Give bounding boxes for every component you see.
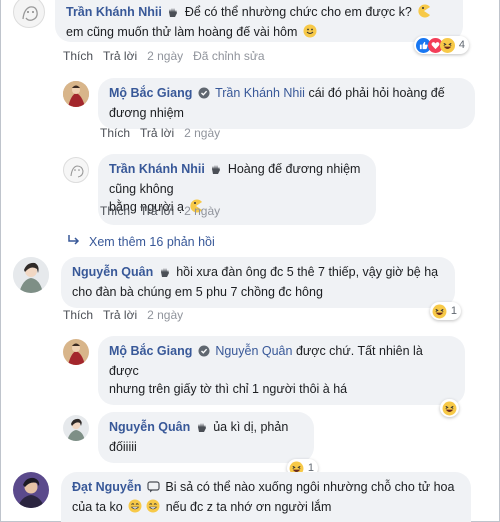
comment-author[interactable]: Trần Khánh Nhii: [109, 162, 205, 176]
pacman-emoji: [417, 4, 431, 23]
like-link[interactable]: Thích: [100, 126, 130, 140]
comment-author[interactable]: Nguyễn Quân: [109, 420, 190, 434]
comment-actions: Thích Trả lời 2 ngày: [100, 126, 220, 140]
grin-emoji: [128, 499, 142, 518]
reply-link[interactable]: Trả lời: [103, 308, 137, 322]
reply-link[interactable]: Trả lời: [103, 49, 137, 63]
comment-time[interactable]: 2 ngày: [147, 49, 183, 63]
comment-text: của ta ko: [72, 500, 123, 514]
comment-text: đương nhiệm: [109, 106, 184, 120]
view-more-replies-label: Xem thêm 16 phản hồi: [89, 234, 215, 249]
reply-item: Mộ Bắc Giang Nguyễn Quân được chứ. Tất n…: [63, 336, 465, 417]
comment-text: Bi sả có thể nào xuống ngôi nhường chỗ c…: [165, 480, 455, 494]
comment-author[interactable]: Đạt Nguyễn: [72, 480, 141, 494]
comment-text: hồi xưa đàn ông đc 5 thê 7 thiếp, vậy gi…: [176, 265, 439, 279]
avatar[interactable]: [63, 415, 89, 441]
like-link[interactable]: Thích: [63, 49, 93, 63]
avatar[interactable]: [63, 81, 89, 107]
comment-author[interactable]: Nguyễn Quân: [72, 265, 153, 279]
comment-bubble: Đạt Nguyễn Bi sả có thể nào xuống ngôi n…: [61, 472, 471, 522]
message-icon: [147, 480, 160, 498]
comment-time[interactable]: 2 ngày: [147, 308, 183, 322]
comment-item: Trần Khánh Nhii Để có thể nhường chức ch…: [13, 0, 469, 54]
reaction-count: 1: [450, 305, 457, 317]
comment-text: cái đó phải hỏi hoàng đế: [308, 86, 445, 100]
comment-text: em cũng muốn thử làm hoàng đế vài hôm: [66, 25, 298, 39]
reply-arrow-icon: [67, 234, 81, 249]
comment-bubble: Trần Khánh Nhii Để có thể nhường chức ch…: [55, 0, 469, 54]
avatar[interactable]: [13, 257, 49, 293]
comment-bubble: Mộ Bắc Giang Nguyễn Quân được chứ. Tất n…: [98, 336, 465, 417]
reply-link[interactable]: Trả lời: [140, 204, 174, 218]
wave-icon: [210, 162, 222, 180]
comment-text: Để có thể nhường chức cho em được k?: [184, 5, 412, 19]
wave-icon: [167, 5, 179, 23]
verified-badge-icon: [198, 86, 210, 104]
comment-text: nếu đc z ta nhớ ơn người lắm: [165, 500, 332, 514]
comment-bubble: Mộ Bắc Giang Trần Khánh Nhii cái đó phải…: [98, 78, 475, 129]
haha-icon: [442, 401, 457, 416]
comment-time[interactable]: 2 ngày: [184, 126, 220, 140]
edited-label: Đã chỉnh sửa: [193, 49, 265, 63]
avatar[interactable]: [13, 472, 49, 508]
view-more-replies-link[interactable]: Xem thêm 16 phản hồi: [67, 234, 215, 249]
verified-badge-icon: [198, 344, 210, 362]
haha-icon: [432, 304, 447, 319]
comment-time[interactable]: 2 ngày: [184, 204, 220, 218]
comment-author[interactable]: Mộ Bắc Giang: [109, 344, 192, 358]
avatar[interactable]: [63, 339, 89, 365]
comment-item: Đạt Nguyễn Bi sả có thể nào xuống ngôi n…: [13, 472, 471, 522]
comment-bubble: Nguyễn Quân hồi xưa đàn ông đc 5 thê 7 t…: [61, 257, 461, 320]
comment-author[interactable]: Mộ Bắc Giang: [109, 86, 192, 100]
reply-item: Mộ Bắc Giang Trần Khánh Nhii cái đó phải…: [63, 78, 475, 129]
mention-link[interactable]: Nguyễn Quân: [215, 344, 292, 358]
reaction-summary[interactable]: 1: [429, 302, 461, 320]
comment-actions: Thích Trả lời 2 ngày: [100, 204, 220, 218]
comment-author[interactable]: Trần Khánh Nhii: [66, 5, 162, 19]
reply-link[interactable]: Trả lời: [140, 126, 174, 140]
comment-text: cho đàn bà chúng em 5 phu 7 chồng đc hôn…: [72, 285, 323, 299]
like-link[interactable]: Thích: [63, 308, 93, 322]
reaction-count: 4: [458, 39, 465, 51]
reaction-summary[interactable]: [440, 399, 459, 417]
reaction-summary[interactable]: 4: [413, 36, 469, 54]
avatar[interactable]: [63, 157, 89, 183]
comment-actions: Thích Trả lời 2 ngày: [63, 308, 183, 322]
wave-icon: [196, 420, 208, 438]
comments-panel: Trần Khánh Nhii Để có thể nhường chức ch…: [0, 0, 500, 522]
comment-bubble: Nguyễn Quân ủa kì dị, phản đốiiiii 1: [98, 412, 318, 477]
comment-text: nhưng trên giấy tờ thì chỉ 1 người thôi …: [109, 382, 348, 396]
mention-link[interactable]: Trần Khánh Nhii: [215, 86, 305, 100]
haha-icon: [439, 37, 455, 53]
comment-actions: Thích Trả lời 2 ngày Đã chỉnh sửa: [63, 49, 265, 63]
grin-emoji: [146, 499, 160, 518]
wave-icon: [159, 265, 171, 283]
like-link[interactable]: Thích: [100, 204, 130, 218]
comment-item: Nguyễn Quân hồi xưa đàn ông đc 5 thê 7 t…: [13, 257, 461, 320]
reply-item: Nguyễn Quân ủa kì dị, phản đốiiiii 1: [63, 412, 318, 477]
avatar[interactable]: [13, 0, 45, 28]
smile-emoji: [303, 24, 317, 43]
